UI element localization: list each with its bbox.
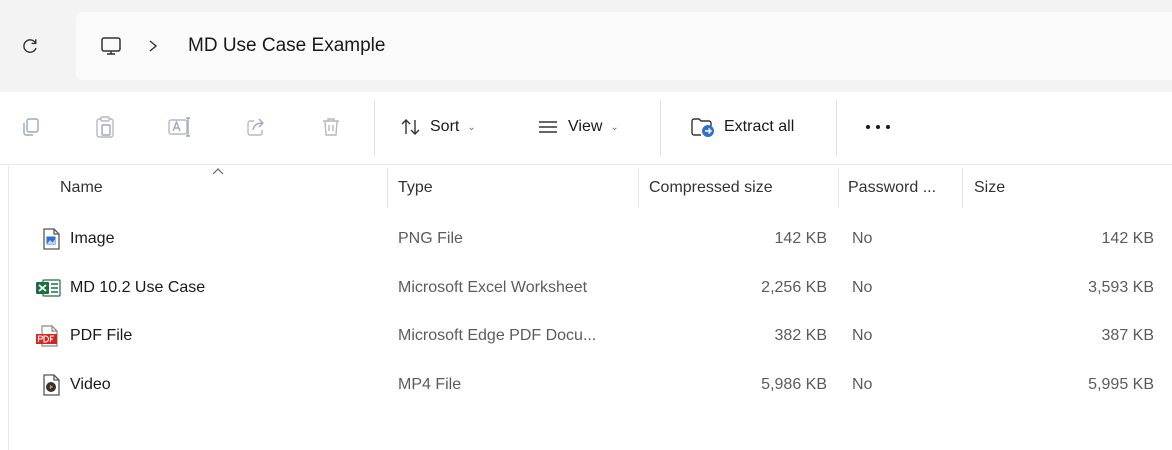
chevron-right-icon[interactable] (146, 39, 160, 53)
share-button[interactable] (241, 112, 271, 142)
paste-icon (96, 116, 114, 138)
view-button[interactable]: View ⌄ (536, 110, 619, 144)
file-password: No (852, 230, 873, 247)
paste-button[interactable] (90, 112, 120, 142)
sort-label: Sort (430, 118, 460, 135)
file-size: 5,995 KB (1088, 376, 1154, 393)
file-compressed-size: 5,986 KB (761, 376, 827, 393)
command-bar: Sort ⌄ View ⌄ Extract all (0, 92, 1172, 165)
file-name: Image (70, 230, 115, 247)
file-compressed-size: 382 KB (774, 327, 827, 344)
delete-button[interactable] (316, 112, 346, 142)
chevron-down-icon: ⌄ (467, 121, 476, 133)
column-header-compressed-size[interactable]: Compressed size (649, 166, 835, 210)
file-type: Microsoft Excel Worksheet (398, 279, 588, 296)
extract-folder-icon (691, 118, 714, 137)
address-bar-area: MD Use Case Example (0, 0, 1172, 92)
column-divider[interactable] (638, 168, 639, 208)
view-icon (539, 121, 557, 133)
file-type: Microsoft Edge PDF Docu... (398, 327, 597, 344)
sort-button[interactable]: Sort ⌄ (400, 110, 476, 144)
file-password: No (852, 376, 873, 393)
refresh-icon (23, 39, 37, 53)
file-type: PNG File (398, 230, 463, 247)
column-header-size[interactable]: Size (974, 166, 1164, 210)
address-bar[interactable]: MD Use Case Example (76, 12, 1172, 80)
toolbar-separator (660, 100, 661, 156)
column-header-name[interactable]: Name (60, 166, 380, 210)
column-header-compressed-label: Compressed size (649, 179, 773, 196)
file-row-pdf[interactable]: PDF File Microsoft Edge PDF Docu... 382 … (0, 312, 1172, 360)
file-compressed-size: 2,256 KB (761, 279, 827, 296)
file-name: MD 10.2 Use Case (70, 279, 206, 296)
column-divider[interactable] (838, 168, 839, 208)
view-label: View (568, 118, 603, 135)
file-compressed-size: 142 KB (774, 230, 827, 247)
column-header-type[interactable]: Type (398, 166, 634, 210)
png-file-icon (43, 228, 60, 250)
extract-all-label: Extract all (724, 118, 795, 135)
more-options-button[interactable] (858, 112, 898, 142)
file-size: 387 KB (1101, 327, 1154, 344)
file-password: No (852, 327, 873, 344)
file-name: Video (70, 376, 111, 393)
file-row-excel[interactable]: MD 10.2 Use Case Microsoft Excel Workshe… (0, 264, 1172, 312)
column-header-password-label: Password ... (848, 179, 937, 196)
pdf-file-icon (36, 325, 58, 347)
breadcrumb-current[interactable]: MD Use Case Example (188, 35, 385, 57)
file-size: 142 KB (1101, 230, 1154, 247)
file-row-video[interactable]: Video MP4 File 5,986 KB No 5,995 KB (0, 361, 1172, 409)
file-password: No (852, 279, 873, 296)
this-pc-icon[interactable] (98, 33, 124, 59)
extract-all-button[interactable]: Extract all (690, 110, 794, 144)
file-type: MP4 File (398, 376, 462, 393)
file-size: 3,593 KB (1088, 279, 1154, 296)
copy-icon (23, 118, 39, 136)
refresh-button[interactable] (14, 30, 46, 62)
column-header-size-label: Size (974, 179, 1006, 196)
chevron-down-icon: ⌄ (610, 121, 619, 133)
sort-icon (401, 119, 420, 135)
toolbar-separator (836, 100, 837, 156)
rename-button[interactable] (165, 112, 195, 142)
column-header-row: Name Type Compressed size Password ... S… (0, 166, 1172, 210)
toolbar-separator (374, 100, 375, 156)
column-divider[interactable] (962, 168, 963, 208)
column-header-name-label: Name (60, 179, 103, 196)
column-divider[interactable] (387, 168, 388, 208)
file-name: PDF File (70, 327, 133, 344)
share-icon (247, 118, 264, 136)
excel-file-icon (36, 279, 61, 297)
more-horizontal-icon (863, 125, 893, 129)
trash-icon (323, 118, 339, 136)
column-header-type-label: Type (398, 179, 433, 196)
rename-icon (168, 117, 190, 137)
mp4-file-icon (43, 374, 60, 396)
file-row-image[interactable]: Image PNG File 142 KB No 142 KB (0, 215, 1172, 263)
column-header-password[interactable]: Password ... (848, 166, 958, 210)
copy-button[interactable] (16, 112, 46, 142)
